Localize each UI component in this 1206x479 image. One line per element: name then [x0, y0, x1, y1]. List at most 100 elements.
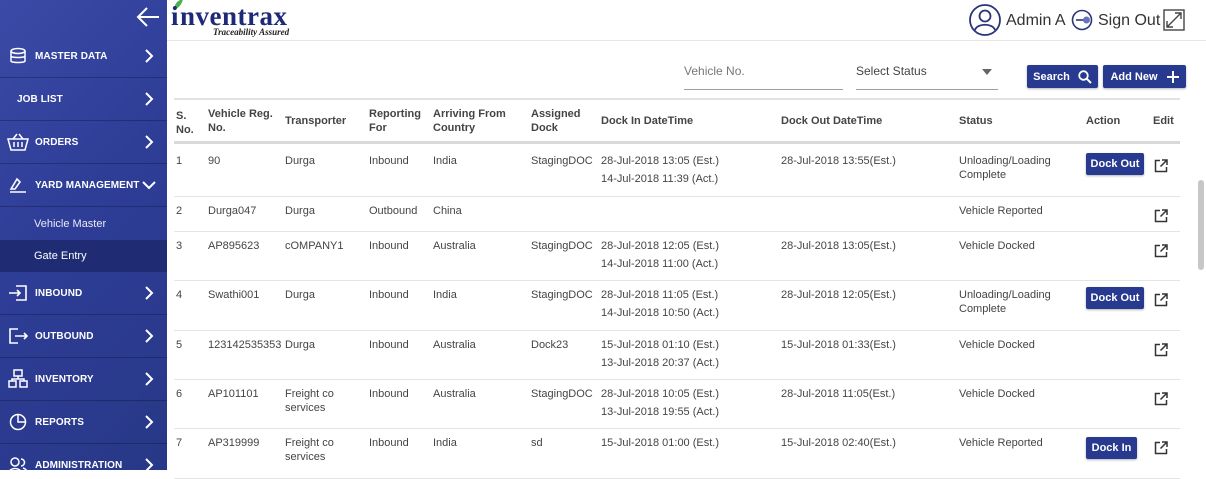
status-selected-value: Select Status [856, 64, 927, 78]
cell-vehicle-reg: AP319999 [208, 437, 260, 449]
sign-out-link[interactable]: Sign Out [1098, 12, 1160, 30]
cell-dock-out: 28-Jul-2018 13:55(Est.) [781, 155, 896, 167]
table-row: 6 AP101101 Freight co services Inbound Austra… [174, 380, 1180, 429]
add-new-button-label: Add New [1110, 70, 1158, 83]
inventory-icon [7, 368, 29, 390]
cell-status-line2: Complete [959, 303, 1007, 315]
back-arrow-icon[interactable] [134, 5, 162, 29]
cell-dock-out: 15-Jul-2018 01:33(Est.) [781, 339, 896, 351]
cell-dock-out: 28-Jul-2018 12:05(Est.) [781, 289, 896, 301]
search-button[interactable]: Search [1027, 65, 1098, 88]
cell-sno: 5 [176, 339, 183, 351]
cell-status: Unloading/Loading [959, 289, 1051, 301]
edit-icon[interactable] [1154, 244, 1168, 258]
cell-status: Vehicle Docked [959, 339, 1035, 351]
cell-reporting-for: Outbound [369, 205, 418, 217]
sidebar-item-label: ORDERS [35, 136, 79, 148]
sidebar-item-label: MASTER DATA [35, 50, 108, 62]
scrollbar-thumb[interactable] [1198, 180, 1204, 270]
inbound-icon [7, 282, 29, 304]
cell-transporter: Freight co [285, 388, 334, 400]
basket-icon [7, 131, 29, 153]
header-transporter: Transporter [285, 115, 347, 127]
add-new-button[interactable]: Add New [1103, 65, 1186, 88]
sidebar-item-inbound[interactable]: INBOUND [0, 272, 167, 315]
header-arriving-from: Arriving From Country [433, 108, 506, 134]
table-row: 4 Swathi001 Durga Inbound India StagingDOC 28-… [174, 281, 1180, 331]
cell-vehicle-reg: AP101101 [208, 388, 259, 400]
cell-reporting-for: Inbound [369, 155, 409, 167]
cell-dock-in-act: 14-Jul-2018 10:50 (Act.) [601, 307, 720, 319]
cell-arriving-country: Australia [433, 339, 476, 351]
status-select[interactable]: Select Status [856, 58, 998, 90]
cell-transporter: Durga [285, 289, 315, 301]
edit-icon[interactable] [1154, 343, 1168, 357]
sidebar-item-master-data[interactable]: MASTER DATA [0, 35, 167, 78]
action-button[interactable]: Dock Out [1086, 153, 1144, 175]
cell-vehicle-reg: 123142535353 [208, 339, 282, 351]
action-button[interactable]: Dock Out [1086, 287, 1144, 309]
edit-icon[interactable] [1154, 392, 1168, 406]
user-avatar-icon[interactable] [968, 3, 1002, 37]
table-row: 2 Durga047 Durga Outbound China Vehicle Repor… [174, 197, 1180, 232]
cell-dock-in-est: 15-Jul-2018 01:00 (Est.) [601, 437, 720, 449]
sidebar-item-reports[interactable]: REPORTS [0, 401, 167, 444]
sidebar-item-job-list[interactable]: JOB LIST [0, 78, 167, 121]
cell-reporting-for: Inbound [369, 437, 409, 449]
cell-dock-in-act: 14-Jul-2018 11:39 (Act.) [601, 173, 719, 185]
header-dock-out: Dock Out DateTime [781, 115, 883, 127]
cell-dock-in-act: 13-Jul-2018 19:55 (Act.) [601, 406, 720, 418]
chevron-right-icon [145, 329, 154, 343]
cell-sno: 1 [176, 155, 183, 167]
sidebar-item-label: JOB LIST [17, 93, 63, 105]
cell-reporting-for: Inbound [369, 388, 409, 400]
cell-vehicle-reg: Durga047 [208, 205, 257, 217]
brand-i-letter: i [171, 1, 180, 31]
table-row: 5 123142535353 Durga Inbound Australia Dock23… [174, 331, 1180, 380]
sidebar-subitem-vehicle-master[interactable]: Vehicle Master [0, 208, 167, 240]
table-header: S. No. Vehicle Reg. No. Transporter Report… [174, 100, 1180, 144]
sign-out-icon[interactable] [1071, 9, 1093, 31]
database-icon [7, 45, 29, 67]
cell-arriving-country: Australia [433, 388, 476, 400]
sidebar-item-inventory[interactable]: INVENTORY [0, 358, 167, 401]
sidebar-item-outbound[interactable]: OUTBOUND [0, 315, 167, 358]
top-header: i nventrax Traceability Assured Admin A … [167, 0, 1206, 41]
brand-logo: i nventrax Traceability Assured [171, 0, 311, 40]
edit-icon[interactable] [1154, 293, 1168, 307]
fullscreen-icon[interactable] [1163, 9, 1185, 31]
sidebar: MASTER DATA JOB LIST ORDERS YARD MANAGEM… [0, 0, 167, 470]
cell-reporting-for: Inbound [369, 339, 409, 351]
chevron-right-icon [145, 92, 154, 106]
chevron-down-icon [142, 181, 156, 190]
edit-icon[interactable] [1154, 209, 1168, 223]
chevron-right-icon [145, 135, 154, 149]
cell-vehicle-reg: 90 [208, 155, 221, 167]
edit-icon[interactable] [1154, 441, 1168, 455]
table-row: 7 AP319999 Freight co services Inbound India s… [174, 429, 1180, 479]
cell-transporter-line2: services [285, 451, 326, 463]
vertical-scrollbar[interactable] [1196, 140, 1206, 470]
cell-status: Vehicle Docked [959, 240, 1035, 252]
vehicle-no-input[interactable]: Vehicle No. [684, 58, 843, 90]
user-name[interactable]: Admin A [1006, 12, 1066, 30]
cell-sno: 7 [176, 437, 183, 449]
action-button[interactable]: Dock In [1086, 437, 1137, 459]
chevron-right-icon [145, 49, 154, 63]
sidebar-item-yard-management[interactable]: YARD MANAGEMENT [0, 164, 167, 207]
edit-icon[interactable] [1154, 159, 1168, 173]
header-dock-in: Dock In DateTime [601, 115, 694, 127]
cell-arriving-country: India [433, 155, 457, 167]
sidebar-item-label: INBOUND [35, 287, 83, 299]
sidebar-item-administration[interactable]: ADMINISTRATION [0, 444, 167, 470]
cell-dock-out: 28-Jul-2018 13:05(Est.) [781, 240, 896, 252]
search-button-label: Search [1033, 70, 1070, 83]
sidebar-item-orders[interactable]: ORDERS [0, 121, 167, 164]
sidebar-subitem-gate-entry[interactable]: Gate Entry [0, 240, 167, 272]
cell-arriving-country: India [433, 437, 457, 449]
cell-transporter: cOMPANY1 [285, 240, 344, 252]
cell-transporter: Freight co [285, 437, 334, 449]
cell-assigned-dock: StagingDOC [531, 388, 593, 400]
cell-assigned-dock: StagingDOC [531, 289, 593, 301]
sidebar-item-label: INVENTORY [35, 373, 94, 385]
